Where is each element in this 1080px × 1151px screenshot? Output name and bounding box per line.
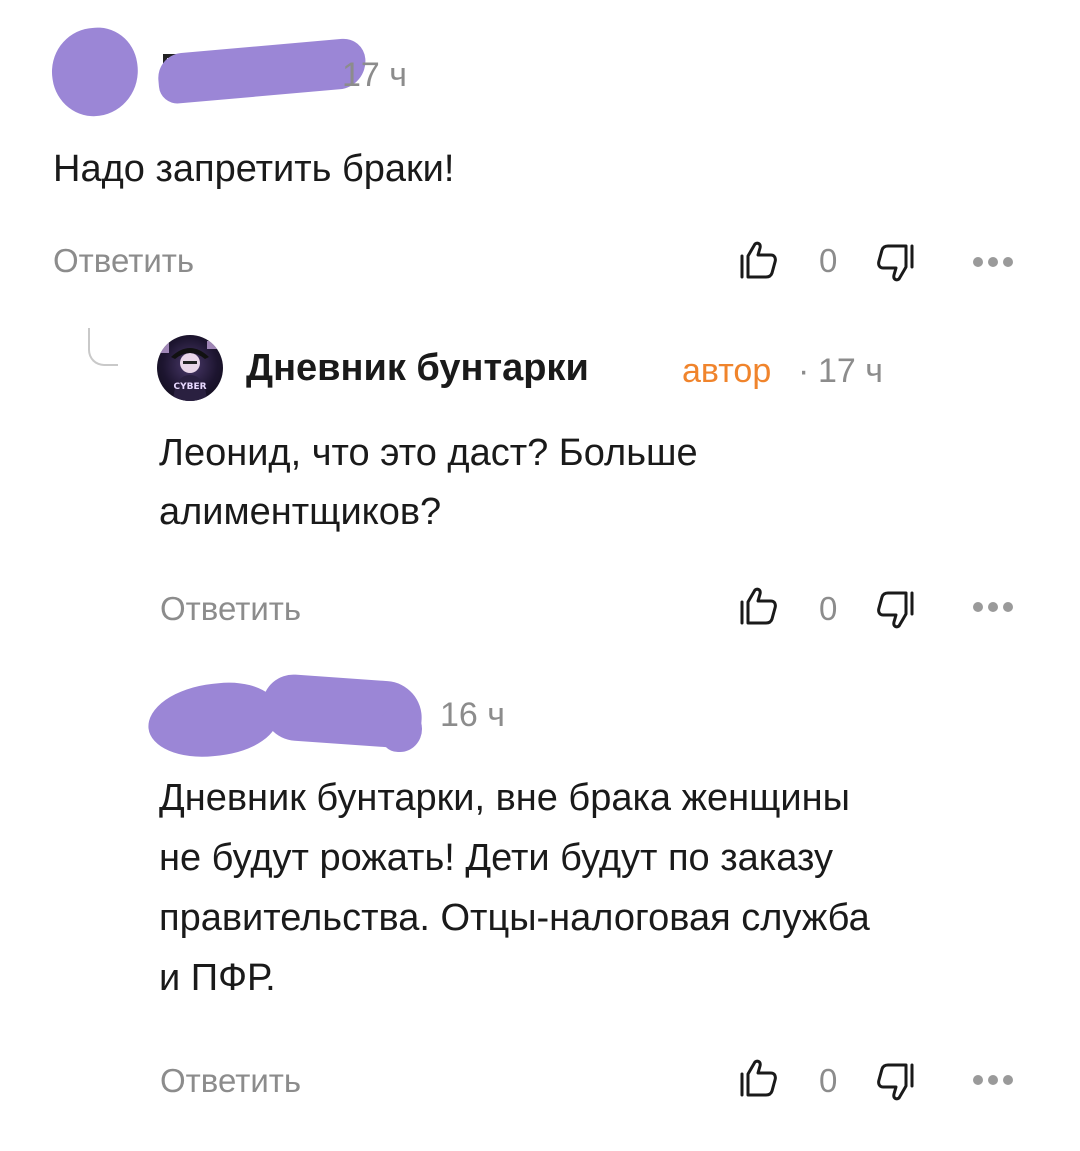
redacted-avatar: [144, 677, 282, 763]
avatar[interactable]: CYBER: [157, 335, 223, 401]
thread-connector: [88, 328, 118, 366]
comment-text-line-1: Дневник бунтарки, вне брака женщины: [159, 777, 850, 819]
thumb-up-icon[interactable]: [738, 240, 778, 280]
redacted-name-tail: [380, 708, 422, 752]
separator: ·: [798, 352, 810, 390]
like-count: 0: [819, 590, 838, 627]
avatar-caption: CYBER: [173, 382, 206, 392]
more-dots-icon[interactable]: [971, 255, 1015, 269]
avatar-picture: CYBER: [161, 341, 217, 401]
comment-text-line-1: Леонид, что это даст? Больше: [159, 432, 698, 474]
more-dots-icon[interactable]: [971, 1073, 1015, 1087]
like-count: 0: [819, 242, 838, 279]
more-dots-icon[interactable]: [971, 600, 1015, 614]
comment-text-line-3: правительства. Отцы-налоговая служба: [159, 897, 870, 939]
thumb-down-icon[interactable]: [876, 590, 916, 630]
comment-text-line-2: алиментщиков?: [159, 491, 442, 533]
redacted-name: [156, 37, 368, 105]
comment-text-line-4: и ПФР.: [159, 957, 276, 999]
reply-button[interactable]: Ответить: [53, 244, 194, 277]
thumb-up-icon[interactable]: [738, 586, 778, 626]
redacted-avatar: [46, 22, 144, 122]
thumb-down-icon[interactable]: [876, 1062, 916, 1102]
thumb-up-icon[interactable]: [738, 1058, 778, 1098]
reply-button[interactable]: Ответить: [160, 1064, 301, 1097]
comment-time: 17 ч: [818, 352, 883, 390]
comment-time: 16 ч: [440, 696, 505, 734]
author-badge: автор: [682, 352, 772, 390]
like-count: 0: [819, 1062, 838, 1099]
comment-text: Надо запретить браки!: [53, 148, 455, 190]
author-name[interactable]: Дневник бунтарки: [246, 349, 589, 387]
comment-time: 17 ч: [342, 56, 407, 94]
reply-button[interactable]: Ответить: [160, 592, 301, 625]
comment-text-line-2: не будут рожать! Дети будут по заказу: [159, 837, 833, 879]
thumb-down-icon[interactable]: [876, 243, 916, 283]
